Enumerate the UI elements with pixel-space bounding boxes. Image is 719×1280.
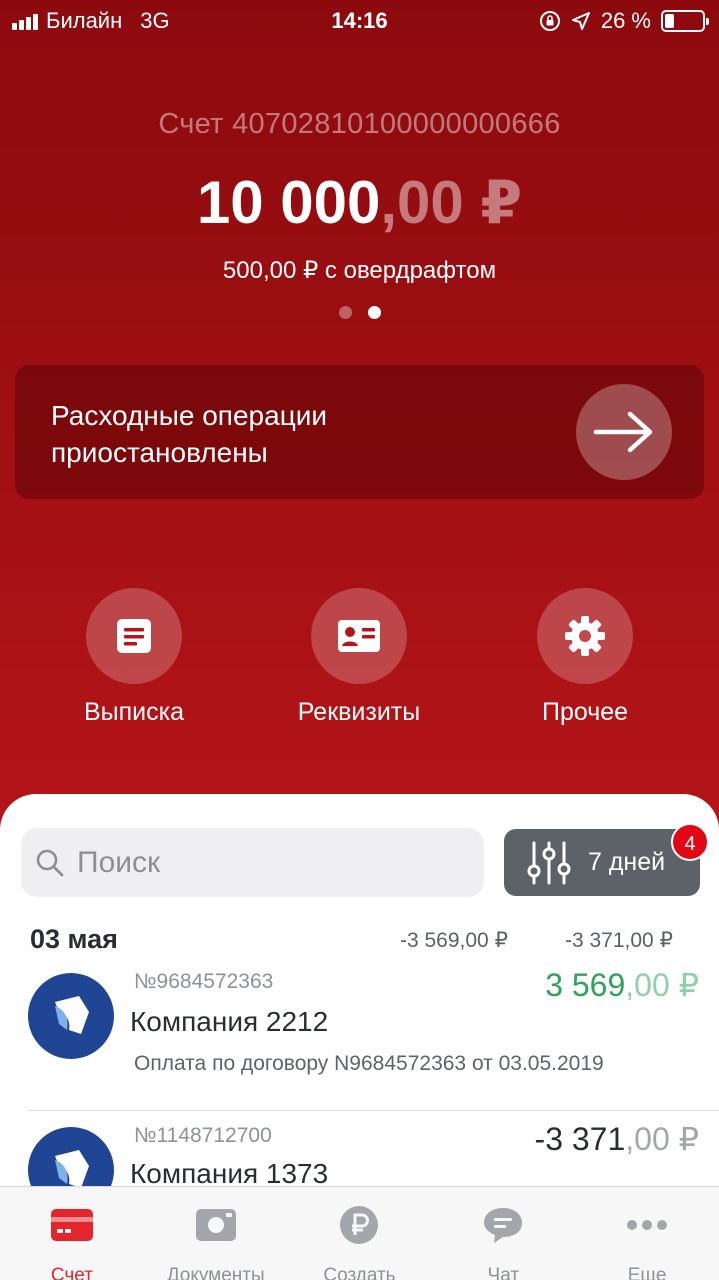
company-logo-icon <box>55 1150 89 1186</box>
transaction-number: №9684572363 <box>134 970 274 993</box>
amount-integer: -3 371 <box>534 1122 626 1157</box>
requisites-icon <box>338 620 380 652</box>
tab-create[interactable]: Создать <box>288 1187 432 1280</box>
battery-icon <box>661 10 709 32</box>
status-right: 26 % <box>539 8 709 34</box>
overdraft-info: 500,00 ₽ с овердрафтом <box>222 257 497 284</box>
gear-icon <box>565 616 605 656</box>
requisites-button[interactable] <box>311 588 407 684</box>
amount-fraction: ,00 ₽ <box>625 967 699 1003</box>
tab-more-label: Еще <box>627 1265 667 1280</box>
sliders-icon <box>527 841 571 884</box>
tab-account[interactable]: Счет <box>0 1187 144 1280</box>
action-other[interactable]: Прочее <box>490 588 680 727</box>
tab-documents[interactable]: Документы <box>144 1187 288 1280</box>
row-divider <box>28 1110 719 1111</box>
transaction-number: №1148712700 <box>134 1124 272 1147</box>
search-input[interactable] <box>77 845 457 880</box>
company-logo <box>28 973 114 1059</box>
alert-text: Расходные операции приостановлены <box>51 400 328 468</box>
location-icon <box>571 12 590 30</box>
transaction-row[interactable]: №9684572363 Компания 2212 Оплата по дого… <box>0 966 719 1108</box>
page-dot[interactable] <box>338 306 352 319</box>
transaction-amount: 3 569,00 ₽ <box>545 966 699 1004</box>
transaction-row[interactable]: №1148712700 Компания 1373 -3 371,00 ₽ <box>0 1122 719 1186</box>
amount-integer: 3 569 <box>545 967 626 1003</box>
search-box[interactable] <box>21 828 484 897</box>
transaction-description: Оплата по договору N9684572363 от 03.05.… <box>134 1052 604 1075</box>
tab-chat[interactable]: Чат <box>431 1187 575 1280</box>
transaction-counterparty: Компания 1373 <box>130 1158 329 1186</box>
alert-open-button[interactable] <box>576 384 672 480</box>
tab-more[interactable]: Еще <box>575 1187 719 1280</box>
arrow-right-icon <box>593 411 653 453</box>
transaction-counterparty: Компания 2212 <box>130 1006 329 1037</box>
requisites-label: Реквизиты <box>297 698 421 726</box>
battery-percent: 26 % <box>600 8 651 33</box>
filter-count-badge: 4 <box>671 823 709 861</box>
status-bar: Билайн 3G 14:16 26 % <box>0 0 719 40</box>
balance-integer: 10 000 <box>196 169 381 236</box>
statement-label: Выписка <box>83 698 185 726</box>
account-balance: 10 000,00 ₽ <box>0 168 719 238</box>
other-button[interactable] <box>537 588 633 684</box>
period-filter-label: 7 дней <box>588 848 666 876</box>
date-label: 03 мая <box>30 924 118 954</box>
action-requisites[interactable]: Реквизиты <box>264 588 454 727</box>
tab-documents-label: Документы <box>166 1265 265 1280</box>
tab-bar: Счет Документы Создать Чат Еще <box>0 1186 719 1280</box>
statement-button[interactable] <box>86 588 182 684</box>
documents-icon <box>195 1209 236 1241</box>
amount-fraction: ,00 ₽ <box>625 1122 699 1157</box>
chat-icon <box>484 1208 523 1243</box>
transaction-amount: -3 371,00 ₽ <box>535 1122 699 1158</box>
ruble-icon <box>340 1206 379 1244</box>
transactions-date-header: 03 мая -3 569,00 ₽ -3 371,00 ₽ <box>0 924 719 958</box>
suspended-operations-card[interactable]: Расходные операции приостановлены <box>15 365 704 499</box>
company-logo-icon <box>55 996 89 1034</box>
orientation-lock-icon <box>539 11 560 31</box>
tab-chat-label: Чат <box>487 1265 520 1280</box>
tab-create-label: Создать <box>323 1265 396 1280</box>
company-logo <box>28 1127 114 1186</box>
action-statement[interactable]: Выписка <box>39 588 229 727</box>
page-dot-active[interactable] <box>367 306 381 319</box>
more-icon <box>627 1220 668 1230</box>
statement-icon <box>117 619 151 653</box>
tab-account-label: Счет <box>50 1265 93 1280</box>
account-number: Счет 40702810100000000666 <box>158 108 561 140</box>
page-indicator[interactable] <box>0 306 719 319</box>
account-header: Билайн 3G 14:16 26 % Счет 40702810100000… <box>0 0 719 830</box>
other-label: Прочее <box>541 698 629 726</box>
search-icon <box>36 849 64 876</box>
day-total-sum: -3 371,00 ₽ <box>565 929 673 952</box>
card-icon <box>50 1209 93 1241</box>
balance-fraction: ,00 ₽ <box>380 169 523 236</box>
day-outgoing-sum: -3 569,00 ₽ <box>400 929 508 952</box>
